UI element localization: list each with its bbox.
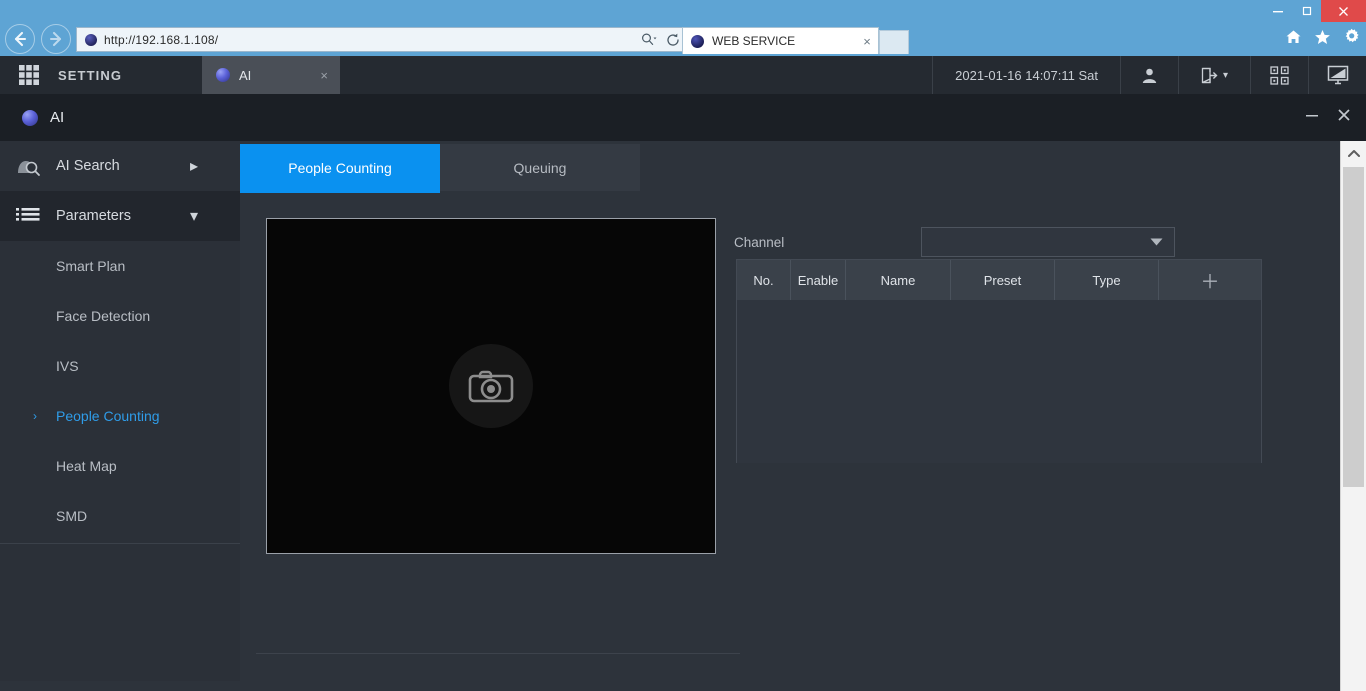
close-icon[interactable] (1336, 107, 1352, 128)
scroll-up-icon[interactable] (1341, 141, 1366, 165)
app-tab-setting[interactable]: SETTING (58, 56, 202, 94)
page-title: AI (50, 109, 65, 126)
table-header-type: Type (1055, 260, 1159, 300)
rules-table: No. Enable Name Preset Type ＋ (736, 259, 1262, 463)
parameters-list-icon (0, 207, 56, 225)
sidebar-label-heat-map: Heat Map (56, 458, 117, 474)
app-tab-ai-label: AI (239, 67, 252, 83)
tab-queuing[interactable]: Queuing (440, 144, 640, 191)
ai-window-controls (1304, 107, 1352, 128)
sidebar-item-smd[interactable]: SMD (0, 491, 240, 541)
browser-forward-button[interactable] (41, 24, 71, 54)
browser-toolbar-icons (1285, 28, 1360, 50)
star-icon[interactable] (1314, 29, 1331, 50)
monitor-display-icon[interactable] (1308, 56, 1366, 94)
chevron-down-icon[interactable]: ▾ (1223, 70, 1228, 81)
chevron-down-icon[interactable]: ▾ (190, 206, 198, 226)
content-panel: People Counting Queuing Channel No. Enab… (240, 141, 1340, 691)
window-restore-button[interactable] (1292, 0, 1321, 22)
camera-no-video-icon (449, 344, 533, 428)
window-controls (1263, 0, 1366, 22)
sidebar-label-people-counting: People Counting (56, 408, 160, 424)
gear-icon[interactable] (1343, 28, 1360, 50)
tab-people-counting[interactable]: People Counting (240, 144, 440, 191)
sidebar-item-parameters[interactable]: Parameters ▾ (0, 191, 240, 241)
sidebar-item-people-counting[interactable]: › People Counting (0, 391, 240, 441)
video-preview[interactable] (266, 218, 716, 554)
channel-row: Channel (734, 227, 1175, 257)
bottom-strip (0, 681, 1340, 691)
sidebar-item-smart-plan[interactable]: Smart Plan (0, 241, 240, 291)
table-header-no: No. (737, 260, 791, 300)
content-divider (256, 653, 740, 654)
content-tab-bar: People Counting Queuing (240, 141, 1340, 191)
table-body (737, 300, 1261, 463)
chevron-down-icon[interactable] (1150, 233, 1163, 251)
browser-tab-title: WEB SERVICE (712, 34, 796, 48)
close-icon[interactable]: × (856, 34, 878, 49)
sidebar-label-ai-search: AI Search (56, 158, 120, 174)
windows-title-bar (0, 0, 1366, 22)
window-minimize-button[interactable] (1263, 0, 1292, 22)
sidebar-divider (0, 543, 240, 544)
ai-orb-icon (22, 109, 38, 126)
close-icon[interactable]: × (320, 68, 328, 83)
browser-back-button[interactable] (5, 24, 35, 54)
sidebar-item-face-detection[interactable]: Face Detection (0, 291, 240, 341)
site-favicon-icon (85, 33, 97, 46)
qr-code-icon[interactable] (1250, 56, 1308, 94)
top-bar-spacer (340, 56, 932, 94)
logout-icon[interactable]: ▾ (1178, 56, 1250, 94)
address-bar[interactable]: http://192.168.1.108/ (76, 27, 686, 52)
browser-tab-web-service[interactable]: WEB SERVICE × (682, 27, 879, 54)
add-rule-button[interactable]: ＋ (1159, 260, 1261, 300)
channel-label: Channel (734, 234, 785, 250)
user-account-icon[interactable] (1120, 56, 1178, 94)
window-close-button[interactable] (1321, 0, 1366, 22)
sidebar-item-heat-map[interactable]: Heat Map (0, 441, 240, 491)
sidebar-label-smd: SMD (56, 508, 88, 524)
channel-select[interactable] (921, 227, 1175, 257)
minimize-icon[interactable] (1304, 107, 1320, 128)
address-bar-url[interactable]: http://192.168.1.108/ (104, 33, 637, 47)
sidebar: AI Search ▸ Parameters ▾ Smart Plan Face… (0, 141, 240, 691)
channel-select-value (922, 228, 1174, 240)
chevron-right-icon[interactable]: ▸ (190, 156, 198, 176)
sidebar-item-ai-search[interactable]: AI Search ▸ (0, 141, 240, 191)
new-tab-button[interactable] (879, 30, 909, 54)
search-icon[interactable] (637, 32, 661, 47)
home-icon[interactable] (1285, 29, 1302, 50)
sidebar-label-ivs: IVS (56, 358, 79, 374)
app-top-bar: SETTING AI × 2021-01-16 14:07:11 Sat ▾ (0, 56, 1366, 94)
table-header-name: Name (846, 260, 951, 300)
system-datetime: 2021-01-16 14:07:11 Sat (932, 56, 1120, 94)
chevron-right-icon: › (33, 409, 37, 423)
active-tab-underline (240, 191, 440, 193)
sidebar-label-smart-plan: Smart Plan (56, 258, 126, 274)
table-header-enable: Enable (791, 260, 846, 300)
sidebar-item-ivs[interactable]: IVS (0, 341, 240, 391)
tab-favicon-icon (691, 34, 704, 48)
sidebar-label-parameters: Parameters (56, 208, 131, 224)
ai-orb-icon (216, 68, 230, 82)
grid-apps-icon[interactable] (0, 56, 58, 94)
table-header-preset: Preset (951, 260, 1055, 300)
table-header-row: No. Enable Name Preset Type ＋ (737, 260, 1261, 300)
scrollbar-thumb[interactable] (1343, 167, 1364, 487)
ai-window-title-bar: AI (0, 94, 1366, 141)
app-tab-ai[interactable]: AI × (202, 56, 340, 94)
ai-search-icon (0, 155, 56, 177)
vertical-scrollbar[interactable] (1340, 141, 1366, 691)
sidebar-label-face-detection: Face Detection (56, 308, 151, 324)
